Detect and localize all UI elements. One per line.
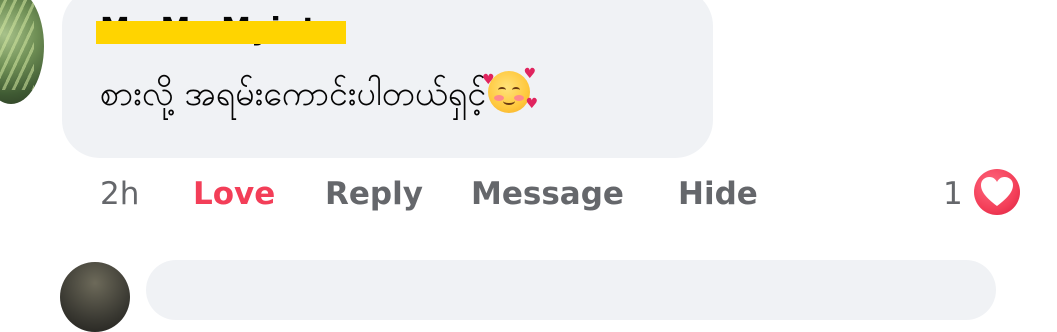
comment-text: စားလို့ အရမ်းကောင်းပါတယ်ရှင့်: [100, 74, 487, 114]
heart-icon: [981, 177, 1013, 206]
next-commenter-avatar[interactable]: [60, 262, 130, 332]
comment-actions-bar: 2h Love Reply Message Hide: [0, 170, 1057, 220]
next-comment-bubble: [146, 260, 996, 320]
comment-timestamp[interactable]: 2h: [100, 176, 139, 212]
comment-text-row: စားလို့ အရမ်းကောင်းပါတယ်ရှင့် ♥ ♥ ♥: [100, 66, 539, 120]
love-reaction-button[interactable]: Love: [193, 176, 275, 212]
smiling-face-with-hearts-icon: ♥ ♥ ♥: [482, 66, 539, 113]
reaction-count[interactable]: 1: [943, 176, 963, 212]
hide-button[interactable]: Hide: [678, 176, 758, 212]
name-redaction-bar: [96, 21, 346, 44]
message-button[interactable]: Message: [471, 176, 624, 212]
reply-button[interactable]: Reply: [325, 176, 423, 212]
love-reaction-badge[interactable]: [970, 165, 1024, 219]
commenter-avatar[interactable]: [0, 0, 44, 104]
